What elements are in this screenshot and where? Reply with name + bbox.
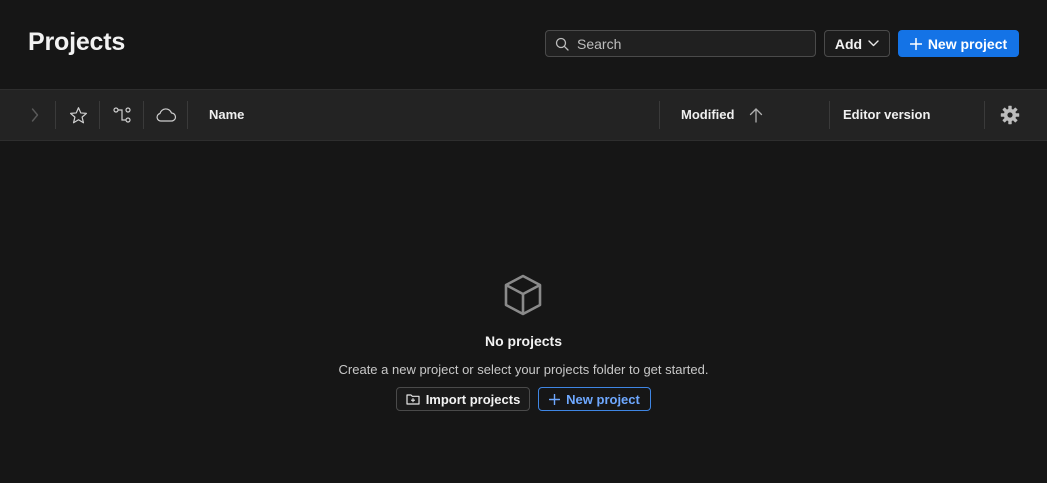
column-divider [984,101,985,129]
column-divider [829,101,830,129]
column-header-name[interactable]: Name [209,107,244,122]
search-input[interactable] [577,35,807,52]
chevron-down-icon [868,40,879,47]
import-projects-label: Import projects [425,391,521,407]
empty-state: No projects Create a new project or sele… [0,141,1047,483]
column-divider [187,101,188,129]
folder-import-icon [406,394,420,405]
plus-icon [549,393,561,405]
search-icon [555,37,569,51]
table-header: Name Modified Editor version [0,89,1047,141]
star-icon [69,106,87,123]
import-projects-button[interactable]: Import projects [396,387,530,411]
search-box[interactable] [545,30,816,57]
column-divider [659,101,660,129]
page-title: Projects [28,28,126,56]
expand-all-toggle[interactable] [24,90,46,140]
favorite-column-toggle[interactable] [66,90,90,140]
plus-icon [909,37,922,50]
version-control-column-toggle[interactable] [111,90,133,140]
cloud-icon [156,108,177,122]
cloud-column-toggle[interactable] [154,90,178,140]
column-header-editor-version[interactable]: Editor version [843,107,930,122]
page-header: Projects Add New project [0,0,1047,89]
branch-icon [113,107,131,123]
new-project-button[interactable]: New project [898,30,1019,57]
column-divider [55,101,56,129]
empty-new-project-button[interactable]: New project [538,387,651,411]
chevron-right-icon [31,108,39,122]
add-button[interactable]: Add [824,30,890,57]
empty-state-description: Create a new project or select your proj… [338,362,709,377]
cube-icon [504,274,542,316]
empty-new-project-label: New project [566,391,640,407]
column-divider [99,101,100,129]
column-settings-button[interactable] [998,90,1022,140]
column-divider [143,101,144,129]
sort-arrow-up-icon [749,108,763,123]
sort-toggle[interactable] [746,90,766,140]
gear-icon [1000,105,1020,125]
column-header-modified[interactable]: Modified [681,107,734,122]
empty-state-title: No projects [484,333,562,349]
new-project-button-label: New project [927,35,1008,52]
add-button-label: Add [834,35,863,52]
